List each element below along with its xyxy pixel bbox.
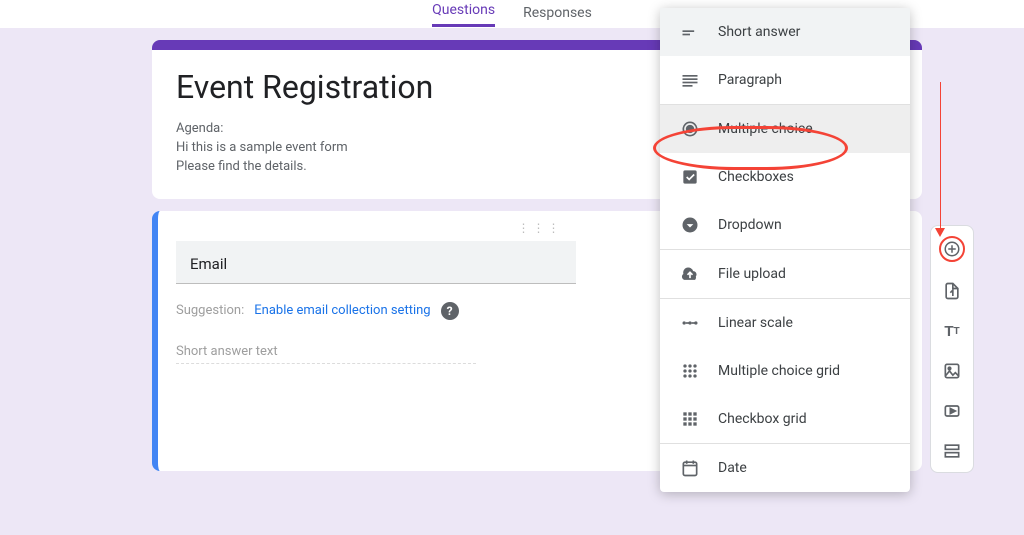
cb-grid-icon: [680, 409, 700, 429]
question-title-input[interactable]: Email: [176, 241, 576, 284]
short-answer-placeholder: Short answer text: [176, 344, 476, 364]
menu-mc-grid[interactable]: Multiple choice grid: [660, 347, 910, 395]
menu-label: Dropdown: [718, 217, 782, 233]
add-question-button[interactable]: [939, 236, 965, 262]
menu-label: Multiple choice grid: [718, 363, 840, 379]
tab-responses[interactable]: Responses: [523, 5, 592, 27]
paragraph-icon: [680, 70, 700, 90]
short-answer-icon: [680, 22, 700, 42]
menu-label: Checkbox grid: [718, 411, 807, 427]
import-questions-button[interactable]: [941, 280, 963, 302]
menu-label: Date: [718, 460, 747, 476]
menu-label: Checkboxes: [718, 169, 794, 185]
annotation-arrow-line: [940, 82, 941, 230]
menu-label: Paragraph: [718, 72, 782, 88]
menu-date[interactable]: Date: [660, 444, 910, 492]
tab-questions[interactable]: Questions: [432, 2, 495, 27]
dropdown-icon: [680, 215, 700, 235]
add-title-button[interactable]: TT: [941, 320, 963, 342]
add-video-button[interactable]: [941, 400, 963, 422]
menu-paragraph[interactable]: Paragraph: [660, 56, 910, 104]
menu-label: File upload: [718, 266, 786, 282]
enable-email-collection-link[interactable]: Enable email collection setting: [254, 303, 430, 318]
menu-cb-grid[interactable]: Checkbox grid: [660, 395, 910, 443]
cloud-upload-icon: [680, 264, 700, 284]
menu-short-answer[interactable]: Short answer: [660, 8, 910, 56]
add-image-button[interactable]: [941, 360, 963, 382]
menu-checkboxes[interactable]: Checkboxes: [660, 153, 910, 201]
question-type-menu: Short answer Paragraph Multiple choice C…: [660, 8, 910, 492]
menu-label: Linear scale: [718, 315, 793, 331]
radio-icon: [680, 119, 700, 139]
menu-file-upload[interactable]: File upload: [660, 250, 910, 298]
menu-multiple-choice[interactable]: Multiple choice: [660, 105, 910, 153]
linear-scale-icon: [680, 313, 700, 333]
menu-dropdown[interactable]: Dropdown: [660, 201, 910, 249]
suggestion-label: Suggestion:: [176, 303, 244, 318]
add-section-button[interactable]: [941, 440, 963, 462]
menu-label: Short answer: [718, 24, 800, 40]
mc-grid-icon: [680, 361, 700, 381]
side-toolbar: TT: [930, 225, 974, 473]
menu-linear-scale[interactable]: Linear scale: [660, 299, 910, 347]
calendar-icon: [680, 458, 700, 478]
question-title-text: Email: [190, 255, 562, 273]
help-icon[interactable]: ?: [441, 302, 459, 320]
menu-label: Multiple choice: [718, 121, 813, 137]
checkbox-icon: [680, 167, 700, 187]
